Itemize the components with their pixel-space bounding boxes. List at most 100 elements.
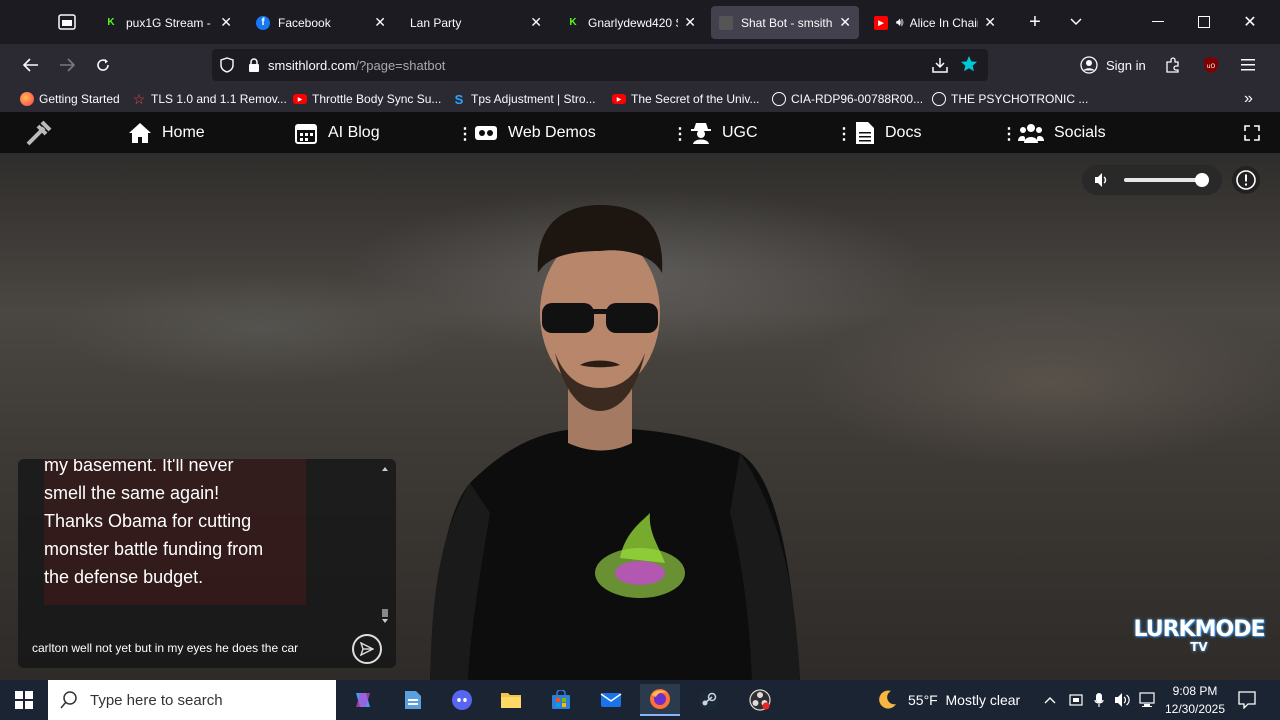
taskbar-file-app[interactable] — [393, 684, 433, 716]
tray-device-icon[interactable] — [1069, 680, 1083, 720]
shield-icon[interactable] — [220, 57, 236, 73]
close-tab-icon[interactable]: ✕ — [220, 14, 232, 31]
taskbar-copilot[interactable] — [343, 684, 383, 716]
bookmark-psychotronic[interactable]: THE PSYCHOTRONIC ... — [932, 90, 1088, 108]
list-tabs-button[interactable] — [1053, 0, 1099, 44]
chat-panel: my basement. It'll never smell the same … — [18, 459, 396, 668]
app-menu-button[interactable] — [1233, 50, 1263, 80]
bookmark-cia-rdp[interactable]: CIA-RDP96-00788R00... — [772, 90, 923, 108]
nav-ugc[interactable]: UGC — [690, 112, 758, 153]
chat-message: my basement. It'll never smell the same … — [44, 459, 306, 605]
url-host: smsithlord.com — [268, 57, 356, 73]
hamburger-menu-icon — [1241, 59, 1255, 71]
taskbar-store[interactable] — [541, 684, 581, 716]
nav-docs[interactable]: Docs — [855, 112, 921, 153]
ublock-button[interactable]: uO — [1196, 50, 1226, 80]
send-button[interactable] — [352, 634, 382, 664]
tab-title: Shat Bot - smsithl — [741, 15, 834, 30]
close-tab-icon[interactable]: ✕ — [839, 14, 851, 31]
moon-icon — [879, 690, 896, 709]
bookmark-secret-universe[interactable]: ▶ The Secret of the Univ... — [612, 90, 760, 108]
info-button[interactable] — [1232, 166, 1260, 194]
nav-demos-label: Web Demos — [508, 123, 596, 141]
ublock-origin-icon: uO — [1204, 57, 1218, 73]
tray-microphone[interactable] — [1094, 680, 1104, 720]
nav-socials[interactable]: Socials — [1018, 112, 1106, 153]
bookmark-throttle-body[interactable]: ▶ Throttle Body Sync Su... — [293, 90, 441, 108]
account-icon — [1080, 56, 1098, 74]
site-logo[interactable] — [24, 112, 54, 153]
system-clock[interactable]: 9:08 PM 12/30/2025 — [1160, 682, 1230, 718]
new-tab-button[interactable]: + — [1012, 0, 1058, 44]
nav-home[interactable]: Home — [128, 112, 205, 153]
speaker-icon[interactable] — [1094, 172, 1110, 193]
minimize-button[interactable] — [1135, 0, 1181, 44]
show-hidden-icons-button[interactable] — [1044, 680, 1056, 720]
nav-ugc-label: UGC — [722, 123, 758, 141]
notifications-button[interactable] — [1238, 680, 1256, 720]
taskbar-firefox[interactable] — [640, 684, 680, 716]
tab-strip: K pux1G Stream - W ✕ f Facebook ✕ Lan Pa… — [0, 0, 1280, 44]
nav-web-demos[interactable]: Web Demos — [474, 112, 596, 153]
document-icon — [855, 121, 875, 145]
nav-separator-dots: ⋮ — [457, 126, 473, 143]
more-bookmarks-button[interactable]: » — [1244, 90, 1253, 108]
chat-scrollbar[interactable] — [380, 463, 390, 623]
forward-arrow-icon — [60, 58, 75, 72]
vr-headset-icon — [474, 124, 498, 142]
back-button[interactable] — [16, 50, 46, 80]
s-logo-icon: S — [454, 91, 464, 107]
chat-line: monster battle funding from — [44, 539, 264, 559]
taskbar-mail[interactable] — [591, 684, 631, 716]
reload-button[interactable] — [88, 50, 118, 80]
tab-pux1g[interactable]: K pux1G Stream - W ✕ — [96, 6, 240, 39]
tab-facebook[interactable]: f Facebook ✕ — [248, 6, 394, 39]
sign-in-button[interactable]: Sign in — [1080, 51, 1146, 79]
save-to-pocket-icon[interactable] — [932, 57, 948, 73]
tab-title: Lan Party — [410, 15, 462, 30]
fullscreen-button[interactable] — [1244, 112, 1260, 153]
nav-ai-blog[interactable]: AI Blog — [294, 112, 380, 153]
lock-icon[interactable] — [248, 57, 262, 73]
speaker-icon[interactable]: 🔊︎ — [896, 15, 904, 30]
close-tab-icon[interactable]: ✕ — [530, 14, 542, 31]
close-window-button[interactable]: ✕ — [1227, 0, 1273, 44]
url-bar[interactable]: smsithlord.com/?page=shatbot — [212, 49, 988, 81]
taskbar-discord[interactable] — [442, 684, 482, 716]
minimize-icon — [1152, 21, 1164, 22]
chevron-up-icon — [1044, 697, 1056, 704]
close-tab-icon[interactable]: ✕ — [374, 14, 386, 31]
bookmark-label: The Secret of the Univ... — [631, 92, 760, 106]
volume-slider-thumb[interactable] — [1195, 173, 1210, 187]
tab-alice-in-chains[interactable]: ▶ 🔊︎ Alice In Chain ✕ — [866, 6, 1004, 39]
firefox-view-button[interactable] — [45, 0, 89, 44]
taskbar-file-explorer[interactable] — [491, 684, 531, 716]
bookmark-tls[interactable]: ☆ TLS 1.0 and 1.1 Remov... — [132, 90, 287, 108]
nav-socials-label: Socials — [1054, 123, 1106, 141]
tab-title: Gnarlydewd420 St — [588, 15, 679, 30]
extensions-button[interactable] — [1158, 50, 1188, 80]
reload-icon — [97, 59, 109, 71]
tab-title: pux1G Stream - W — [126, 15, 214, 30]
taskbar-search[interactable]: Type here to search — [48, 680, 336, 720]
taskbar-obs[interactable] — [740, 684, 780, 716]
bookmark-star-icon[interactable] — [960, 55, 978, 73]
tab-shat-bot[interactable]: Shat Bot - smsithl ✕ — [711, 6, 859, 39]
tab-lan-party[interactable]: Lan Party ✕ — [402, 6, 550, 39]
volume-slider[interactable] — [1124, 173, 1210, 187]
tray-network[interactable] — [1139, 680, 1157, 720]
tray-volume[interactable] — [1114, 680, 1132, 720]
close-tab-icon[interactable]: ✕ — [684, 14, 696, 31]
star-icon: ☆ — [132, 90, 146, 107]
chat-input[interactable] — [32, 634, 358, 662]
close-tab-icon[interactable]: ✕ — [984, 14, 996, 31]
bookmark-tps-adjustment[interactable]: S Tps Adjustment | Stro... — [452, 90, 596, 108]
start-button[interactable] — [4, 684, 44, 716]
tab-gnarlydewd[interactable]: K Gnarlydewd420 St ✕ — [558, 6, 704, 39]
weather-widget[interactable]: 55°F Mostly clear — [876, 680, 1020, 720]
forward-button[interactable] — [52, 50, 82, 80]
bookmark-getting-started[interactable]: Getting Started — [20, 90, 120, 108]
maximize-button[interactable] — [1181, 0, 1227, 44]
back-arrow-icon — [23, 58, 38, 72]
taskbar-steam[interactable] — [689, 684, 729, 716]
